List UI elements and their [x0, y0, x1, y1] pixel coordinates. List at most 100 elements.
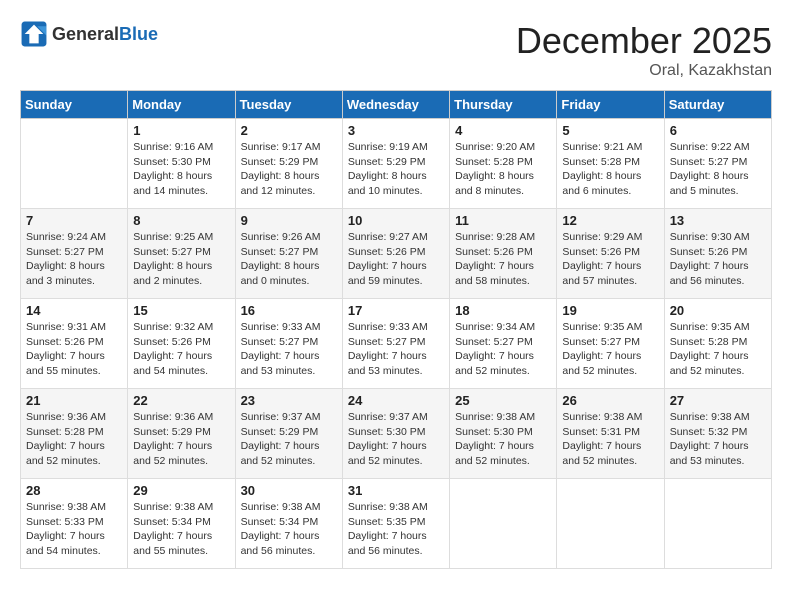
- calendar-cell: 30Sunrise: 9:38 AMSunset: 5:34 PMDayligh…: [235, 479, 342, 569]
- calendar-cell: 4 Sunrise: 9:20 AMSunset: 5:28 PMDaylight…: [450, 119, 557, 209]
- day-number: 29: [133, 483, 229, 498]
- day-info: Sunrise: 9:29 AMSunset: 5:26 PMDaylight:…: [562, 230, 658, 289]
- calendar-week-row: 21 Sunrise: 9:36 AMSunset: 5:28 PMDayligh…: [21, 389, 772, 479]
- day-info: Sunrise: 9:37 AMSunset: 5:30 PMDaylight:…: [348, 410, 444, 469]
- day-info: Sunrise: 9:19 AMSunset: 5:29 PMDaylight:…: [348, 140, 444, 199]
- day-number: 23: [241, 393, 337, 408]
- day-number: 25: [455, 393, 551, 408]
- calendar-cell: 16 Sunrise: 9:33 AMSunset: 5:27 PMDayligh…: [235, 299, 342, 389]
- day-info: Sunrise: 9:35 AMSunset: 5:28 PMDaylight:…: [670, 320, 766, 379]
- day-number: 12: [562, 213, 658, 228]
- day-info: Sunrise: 9:22 AMSunset: 5:27 PMDaylight:…: [670, 140, 766, 199]
- day-number: 16: [241, 303, 337, 318]
- calendar-cell: 11 Sunrise: 9:28 AMSunset: 5:26 PMDayligh…: [450, 209, 557, 299]
- location: Oral, Kazakhstan: [516, 62, 772, 80]
- day-info: Sunrise: 9:27 AMSunset: 5:26 PMDaylight:…: [348, 230, 444, 289]
- day-number: 20: [670, 303, 766, 318]
- day-info: Sunrise: 9:24 AMSunset: 5:27 PMDaylight:…: [26, 230, 122, 289]
- calendar-cell: 2Sunrise: 9:17 AMSunset: 5:29 PMDaylight…: [235, 119, 342, 209]
- calendar-cell: 19 Sunrise: 9:35 AMSunset: 5:27 PMDayligh…: [557, 299, 664, 389]
- calendar-cell: 17Sunrise: 9:33 AMSunset: 5:27 PMDayligh…: [342, 299, 449, 389]
- day-number: 19: [562, 303, 658, 318]
- logo-icon: [20, 20, 48, 48]
- calendar-cell: 3Sunrise: 9:19 AMSunset: 5:29 PMDaylight…: [342, 119, 449, 209]
- day-info: Sunrise: 9:35 AMSunset: 5:27 PMDaylight:…: [562, 320, 658, 379]
- day-info: Sunrise: 9:36 AMSunset: 5:28 PMDaylight:…: [26, 410, 122, 469]
- column-header-sunday: Sunday: [21, 91, 128, 119]
- title-block: December 2025 Oral, Kazakhstan: [516, 20, 772, 80]
- calendar-cell: 31Sunrise: 9:38 AMSunset: 5:35 PMDayligh…: [342, 479, 449, 569]
- day-info: Sunrise: 9:17 AMSunset: 5:29 PMDaylight:…: [241, 140, 337, 199]
- calendar-cell: 23 Sunrise: 9:37 AMSunset: 5:29 PMDayligh…: [235, 389, 342, 479]
- calendar-body: 1 Sunrise: 9:16 AMSunset: 5:30 PMDaylight…: [21, 119, 772, 569]
- day-number: 4: [455, 123, 551, 138]
- day-info: Sunrise: 9:26 AMSunset: 5:27 PMDaylight:…: [241, 230, 337, 289]
- day-number: 21: [26, 393, 122, 408]
- calendar-week-row: 28 Sunrise: 9:38 AMSunset: 5:33 PMDayligh…: [21, 479, 772, 569]
- day-info: Sunrise: 9:38 AMSunset: 5:31 PMDaylight:…: [562, 410, 658, 469]
- column-header-friday: Friday: [557, 91, 664, 119]
- calendar-week-row: 1 Sunrise: 9:16 AMSunset: 5:30 PMDaylight…: [21, 119, 772, 209]
- calendar-cell: [557, 479, 664, 569]
- column-header-tuesday: Tuesday: [235, 91, 342, 119]
- day-info: Sunrise: 9:38 AMSunset: 5:33 PMDaylight:…: [26, 500, 122, 559]
- day-info: Sunrise: 9:38 AMSunset: 5:34 PMDaylight:…: [241, 500, 337, 559]
- day-number: 9: [241, 213, 337, 228]
- day-info: Sunrise: 9:38 AMSunset: 5:35 PMDaylight:…: [348, 500, 444, 559]
- calendar-cell: 10 Sunrise: 9:27 AMSunset: 5:26 PMDayligh…: [342, 209, 449, 299]
- calendar-cell: 12 Sunrise: 9:29 AMSunset: 5:26 PMDayligh…: [557, 209, 664, 299]
- calendar-cell: 25 Sunrise: 9:38 AMSunset: 5:30 PMDayligh…: [450, 389, 557, 479]
- day-info: Sunrise: 9:31 AMSunset: 5:26 PMDaylight:…: [26, 320, 122, 379]
- calendar-cell: 8Sunrise: 9:25 AMSunset: 5:27 PMDaylight…: [128, 209, 235, 299]
- calendar-cell: 15 Sunrise: 9:32 AMSunset: 5:26 PMDayligh…: [128, 299, 235, 389]
- calendar-cell: 18Sunrise: 9:34 AMSunset: 5:27 PMDayligh…: [450, 299, 557, 389]
- calendar-cell: 21 Sunrise: 9:36 AMSunset: 5:28 PMDayligh…: [21, 389, 128, 479]
- day-number: 11: [455, 213, 551, 228]
- calendar-cell: 28 Sunrise: 9:38 AMSunset: 5:33 PMDayligh…: [21, 479, 128, 569]
- day-number: 22: [133, 393, 229, 408]
- calendar-cell: 22 Sunrise: 9:36 AMSunset: 5:29 PMDayligh…: [128, 389, 235, 479]
- day-info: Sunrise: 9:33 AMSunset: 5:27 PMDaylight:…: [241, 320, 337, 379]
- calendar-cell: 7Sunrise: 9:24 AMSunset: 5:27 PMDaylight…: [21, 209, 128, 299]
- calendar-cell: 24 Sunrise: 9:37 AMSunset: 5:30 PMDayligh…: [342, 389, 449, 479]
- calendar-cell: 9 Sunrise: 9:26 AMSunset: 5:27 PMDaylight…: [235, 209, 342, 299]
- day-number: 6: [670, 123, 766, 138]
- day-info: Sunrise: 9:32 AMSunset: 5:26 PMDaylight:…: [133, 320, 229, 379]
- day-info: Sunrise: 9:20 AMSunset: 5:28 PMDaylight:…: [455, 140, 551, 199]
- day-info: Sunrise: 9:38 AMSunset: 5:30 PMDaylight:…: [455, 410, 551, 469]
- calendar-cell: [664, 479, 771, 569]
- day-info: Sunrise: 9:37 AMSunset: 5:29 PMDaylight:…: [241, 410, 337, 469]
- calendar-week-row: 14Sunrise: 9:31 AMSunset: 5:26 PMDayligh…: [21, 299, 772, 389]
- calendar-header-row: SundayMondayTuesdayWednesdayThursdayFrid…: [21, 91, 772, 119]
- day-number: 28: [26, 483, 122, 498]
- column-header-wednesday: Wednesday: [342, 91, 449, 119]
- day-info: Sunrise: 9:34 AMSunset: 5:27 PMDaylight:…: [455, 320, 551, 379]
- day-number: 10: [348, 213, 444, 228]
- calendar-cell: 1 Sunrise: 9:16 AMSunset: 5:30 PMDaylight…: [128, 119, 235, 209]
- day-number: 1: [133, 123, 229, 138]
- calendar-cell: 6 Sunrise: 9:22 AMSunset: 5:27 PMDaylight…: [664, 119, 771, 209]
- calendar-cell: 26Sunrise: 9:38 AMSunset: 5:31 PMDayligh…: [557, 389, 664, 479]
- day-info: Sunrise: 9:28 AMSunset: 5:26 PMDaylight:…: [455, 230, 551, 289]
- day-number: 27: [670, 393, 766, 408]
- calendar-cell: [21, 119, 128, 209]
- column-header-saturday: Saturday: [664, 91, 771, 119]
- logo: GeneralBlue: [20, 20, 158, 48]
- day-info: Sunrise: 9:36 AMSunset: 5:29 PMDaylight:…: [133, 410, 229, 469]
- logo-general: GeneralBlue: [52, 24, 158, 45]
- calendar-cell: 29Sunrise: 9:38 AMSunset: 5:34 PMDayligh…: [128, 479, 235, 569]
- calendar-week-row: 7Sunrise: 9:24 AMSunset: 5:27 PMDaylight…: [21, 209, 772, 299]
- day-number: 15: [133, 303, 229, 318]
- day-info: Sunrise: 9:16 AMSunset: 5:30 PMDaylight:…: [133, 140, 229, 199]
- day-info: Sunrise: 9:33 AMSunset: 5:27 PMDaylight:…: [348, 320, 444, 379]
- calendar-cell: [450, 479, 557, 569]
- day-info: Sunrise: 9:30 AMSunset: 5:26 PMDaylight:…: [670, 230, 766, 289]
- page-header: GeneralBlue December 2025 Oral, Kazakhst…: [20, 20, 772, 80]
- day-info: Sunrise: 9:38 AMSunset: 5:32 PMDaylight:…: [670, 410, 766, 469]
- day-number: 5: [562, 123, 658, 138]
- day-number: 24: [348, 393, 444, 408]
- month-title: December 2025: [516, 20, 772, 62]
- column-header-thursday: Thursday: [450, 91, 557, 119]
- calendar-cell: 27 Sunrise: 9:38 AMSunset: 5:32 PMDayligh…: [664, 389, 771, 479]
- calendar-cell: 13Sunrise: 9:30 AMSunset: 5:26 PMDayligh…: [664, 209, 771, 299]
